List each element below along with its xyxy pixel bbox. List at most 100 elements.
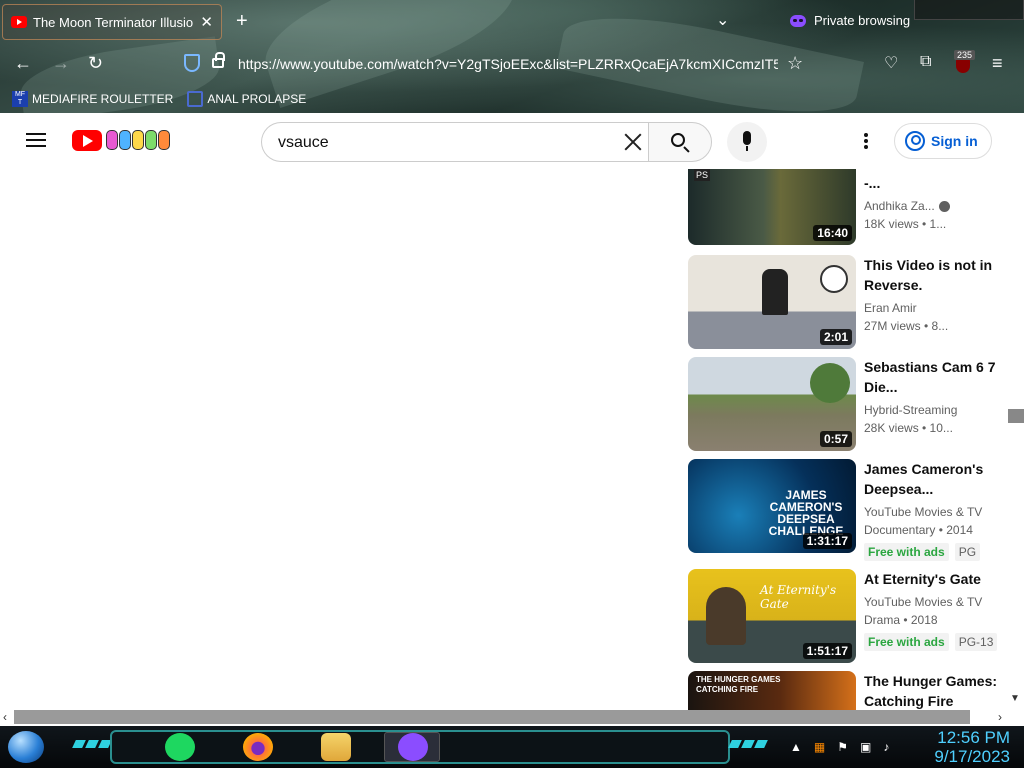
video-stats: 18K views • 1...	[864, 217, 947, 231]
thumbnail-title-text: At Eternity's Gate	[760, 583, 837, 611]
video-duration: 16:40	[813, 225, 852, 241]
scroll-left-arrow-icon[interactable]: ‹	[3, 710, 7, 724]
video-title[interactable]: At Eternity's Gate	[864, 569, 1000, 589]
youtube-logo-icon[interactable]	[72, 130, 102, 151]
vertical-scrollbar-thumb[interactable]	[1008, 409, 1024, 423]
search-input[interactable]: vsauce	[261, 122, 649, 162]
voice-search-button[interactable]	[727, 122, 767, 162]
ublock-shield-icon[interactable]	[956, 59, 970, 73]
video-title[interactable]: This Video is not in Reverse.	[864, 255, 1000, 295]
video-meta: At Eternity's Gate YouTube Movies & TV D…	[864, 569, 1000, 651]
video-title[interactable]: Jason Movie Poster -...	[864, 169, 1000, 193]
extension-badge: 235	[954, 50, 976, 60]
new-tab-button[interactable]: +	[236, 10, 248, 33]
navigation-toolbar: ← → ↻ https://www.youtube.com/watch?v=Y2…	[0, 44, 1024, 84]
free-with-ads-badge: Free with ads	[864, 543, 949, 561]
lock-icon[interactable]	[212, 52, 225, 68]
horizontal-scrollbar[interactable]: ‹ ›	[0, 710, 1024, 726]
tracking-protection-shield-icon[interactable]	[184, 54, 200, 72]
show-hidden-icons-icon[interactable]: ▲	[790, 740, 802, 754]
video-duration: 1:31:17	[802, 533, 852, 549]
forward-arrow-icon[interactable]: →	[52, 53, 70, 74]
bookmark-mediafire[interactable]: MF T MEDIAFIRE ROULETTER	[12, 88, 173, 110]
clock-time: 12:56 PM	[937, 728, 1010, 747]
video-tags: Free with ads PG-13	[864, 633, 1000, 651]
tab-title: The Moon Terminator Illusion	[33, 14, 195, 30]
video-thumbnail[interactable]: 0:57	[688, 357, 856, 451]
bookmark-star-icon[interactable]: ☆	[787, 53, 803, 74]
tree-shape	[810, 363, 850, 403]
network-icon[interactable]: ▣	[860, 740, 871, 754]
private-browsing-app-icon[interactable]	[398, 733, 428, 761]
video-duration: 0:57	[819, 431, 852, 447]
tab-active[interactable]: The Moon Terminator Illusion ✕	[2, 4, 222, 40]
man-figure	[762, 269, 788, 315]
ps-badge: PS	[694, 169, 711, 181]
video-meta: The Hunger Games: Catching Fire	[864, 671, 1004, 710]
video-title[interactable]: Sebastians Cam 6 7 Die...	[864, 357, 1000, 397]
browser-chrome: The Moon Terminator Illusion ✕ + ⌄ Priva…	[0, 0, 1024, 131]
start-orb-icon[interactable]	[8, 731, 44, 763]
video-stats: 27M views • 8...	[864, 319, 949, 333]
video-thumbnail[interactable]: PS 16:40	[688, 169, 856, 245]
search-button[interactable]	[648, 122, 712, 162]
guide-menu-icon[interactable]	[26, 133, 46, 147]
volume-icon[interactable]: ♪	[883, 740, 889, 754]
horizontal-scrollbar-thumb[interactable]	[14, 710, 970, 724]
channel-name[interactable]: YouTube Movies & TV	[864, 593, 1000, 611]
spotify-icon[interactable]	[165, 733, 195, 761]
video-channel[interactable]: Andhika Za...	[864, 197, 1000, 215]
video-thumbnail[interactable]: JAMES CAMERON'S DEEPSEA CHALLENGE 1:31:1…	[688, 459, 856, 553]
clear-search-icon[interactable]	[622, 131, 644, 153]
youtube-favicon-icon	[11, 16, 27, 28]
search-query[interactable]: vsauce	[278, 134, 329, 152]
video-stats: Documentary • 2014	[864, 523, 973, 537]
video-meta: This Video is not in Reverse. Eran Amir …	[864, 255, 1000, 335]
window-controls[interactable]	[914, 0, 1024, 20]
youtube-doodle-logo[interactable]	[106, 130, 170, 150]
bookmark-second[interactable]: ANAL PROLAPSE	[187, 88, 306, 110]
tab-close-icon[interactable]: ✕	[200, 13, 213, 31]
clock-icon	[820, 265, 848, 293]
back-arrow-icon[interactable]: ←	[14, 53, 32, 74]
search-icon	[671, 133, 685, 147]
extensions-puzzle-icon[interactable]: ⧉	[920, 53, 931, 71]
scroll-down-arrow-icon[interactable]: ▼	[1010, 693, 1020, 704]
video-duration: 1:51:17	[802, 643, 852, 659]
channel-name[interactable]: Andhika Za...	[864, 199, 935, 213]
reload-icon[interactable]: ↻	[88, 53, 103, 74]
firefox-icon[interactable]	[243, 733, 273, 761]
language-icon[interactable]: ▦	[814, 740, 825, 754]
list-all-tabs-chevron-icon[interactable]: ⌄	[716, 10, 729, 30]
pocket-icon[interactable]: ♡	[884, 53, 898, 73]
video-thumbnail[interactable]: 2:01	[688, 255, 856, 349]
channel-name[interactable]: Eran Amir	[864, 299, 1000, 317]
video-stats: 28K views • 10...	[864, 421, 953, 435]
bookmarks-toolbar: MF T MEDIAFIRE ROULETTER ANAL PROLAPSE	[0, 88, 306, 110]
video-thumbnail[interactable]: At Eternity's Gate 1:51:17	[688, 569, 856, 663]
bookmark-folder-icon	[187, 91, 204, 107]
taskbar: ▲ ▦ ⚑ ▣ ♪ 12:56 PM 9/17/2023	[0, 726, 1024, 768]
file-explorer-icon[interactable]	[321, 733, 351, 761]
channel-name[interactable]: Hybrid-Streaming	[864, 401, 1000, 419]
flag-icon[interactable]: ⚑	[837, 740, 848, 754]
taskbar-accent	[72, 740, 112, 748]
account-icon	[905, 131, 925, 151]
video-thumbnail[interactable]: THE HUNGER GAMES CATCHING FIRE	[688, 671, 856, 710]
video-title[interactable]: The Hunger Games: Catching Fire	[864, 671, 1004, 710]
sign-in-button[interactable]: Sign in	[894, 123, 992, 159]
related-videos-list: PS 16:40 Jason Movie Poster -... Andhika…	[688, 169, 1008, 710]
youtube-page: vsauce Sign in PS 16:40 Jason Movie Post…	[0, 113, 1024, 710]
address-bar[interactable]: https://www.youtube.com/watch?v=Y2gTSjoE…	[238, 56, 778, 72]
bookmark-label: MEDIAFIRE ROULETTER	[32, 92, 174, 106]
settings-kebab-icon[interactable]	[864, 133, 868, 149]
private-browsing-label: Private browsing	[814, 13, 911, 28]
video-meta: Jason Movie Poster -... Andhika Za... 18…	[864, 169, 1000, 233]
video-meta: James Cameron's Deepsea... YouTube Movie…	[864, 459, 1000, 561]
channel-name[interactable]: YouTube Movies & TV	[864, 503, 1000, 521]
scroll-right-arrow-icon[interactable]: ›	[998, 710, 1002, 724]
video-title[interactable]: James Cameron's Deepsea...	[864, 459, 1000, 499]
video-duration: 2:01	[819, 329, 852, 345]
system-clock[interactable]: 12:56 PM 9/17/2023	[928, 728, 1010, 766]
menu-hamburger-icon[interactable]: ≡	[992, 53, 1003, 74]
